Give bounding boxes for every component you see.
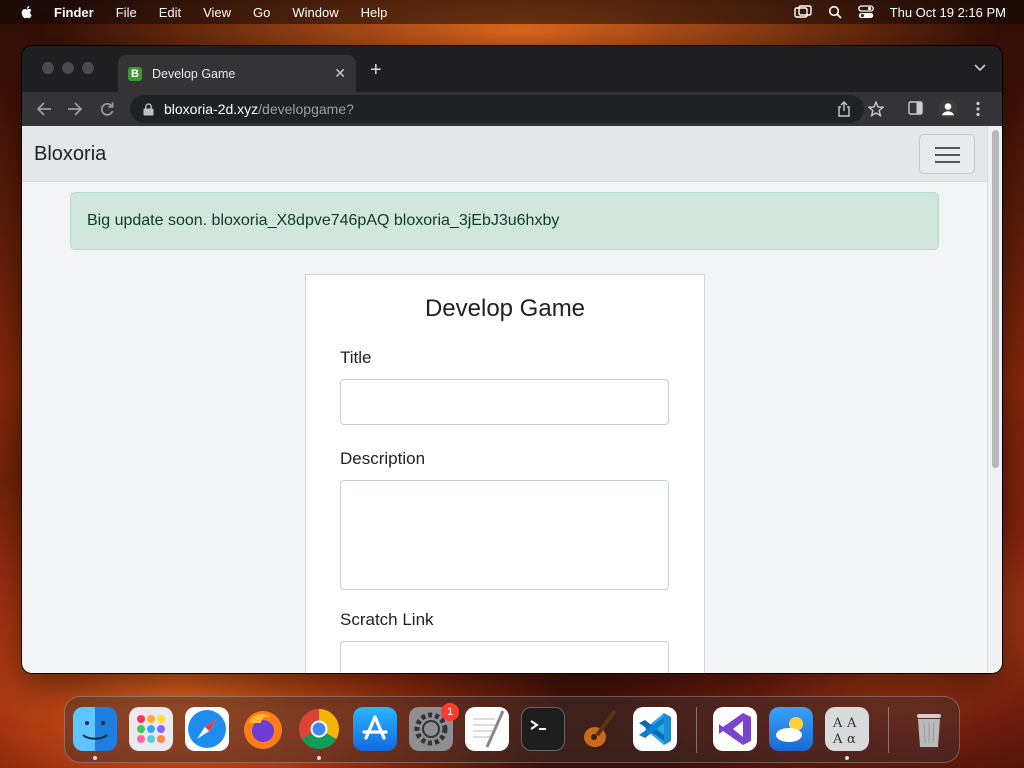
page-scrollbar[interactable] xyxy=(987,126,1002,673)
web-page: Bloxoria Big update soon. bloxoria_X8dpv… xyxy=(22,126,987,673)
font-book-app-icon[interactable]: AAAα xyxy=(825,707,869,751)
browser-menu-icon[interactable] xyxy=(976,101,980,117)
launchpad-app-icon[interactable] xyxy=(129,707,173,751)
browser-tab-active[interactable]: B Develop Game ✕ xyxy=(118,55,356,92)
menu-clock[interactable]: Thu Oct 19 2:16 PM xyxy=(890,5,1006,20)
side-panel-icon[interactable] xyxy=(908,101,923,115)
notification-badge: 1 xyxy=(441,703,459,721)
svg-text:A: A xyxy=(832,732,843,747)
menu-edit[interactable]: Edit xyxy=(159,5,181,20)
description-label: Description xyxy=(340,449,426,468)
site-brand[interactable]: Bloxoria xyxy=(34,143,106,166)
vscode-app-icon[interactable] xyxy=(633,707,677,751)
browser-toolbar: bloxoria-2d.xyz/developgame? xyxy=(22,92,1002,126)
announcement-alert: Big update soon. bloxoria_X8dpve746pAQ b… xyxy=(70,192,939,250)
textedit-app-icon[interactable] xyxy=(465,707,509,751)
menu-window[interactable]: Window xyxy=(292,5,338,20)
reload-icon[interactable] xyxy=(99,101,115,117)
menu-go[interactable]: Go xyxy=(253,5,270,20)
running-indicator xyxy=(93,756,97,760)
url-path: /developgame? xyxy=(258,101,354,117)
profile-avatar-icon[interactable] xyxy=(938,99,958,119)
terminal-app-icon[interactable] xyxy=(521,707,565,751)
hamburger-icon-bar xyxy=(935,147,960,149)
menu-view[interactable]: View xyxy=(203,5,231,20)
bookmark-star-icon[interactable] xyxy=(868,101,884,117)
dock-separator xyxy=(888,707,889,753)
trash-icon[interactable] xyxy=(907,707,951,751)
tab-close-icon[interactable]: ✕ xyxy=(334,65,346,82)
menu-app-name[interactable]: Finder xyxy=(54,5,94,20)
dock-separator xyxy=(696,707,697,753)
tab-favicon: B xyxy=(128,66,142,81)
garageband-app-icon[interactable] xyxy=(577,707,621,751)
svg-text:A: A xyxy=(832,716,843,731)
scrollbar-thumb[interactable] xyxy=(992,130,999,468)
chrome-app-icon[interactable] xyxy=(297,707,341,751)
navbar-toggler-button[interactable] xyxy=(919,134,975,174)
weather-app-icon[interactable] xyxy=(769,707,813,751)
title-input[interactable] xyxy=(340,379,669,425)
develop-game-form-card: Develop Game Title Description Scratch L… xyxy=(305,274,705,673)
svg-text:α: α xyxy=(847,732,856,747)
scratch-link-input[interactable] xyxy=(340,641,669,673)
apple-icon[interactable] xyxy=(19,4,35,20)
title-label: Title xyxy=(340,348,372,367)
form-heading: Develop Game xyxy=(424,295,586,322)
app-store-app-icon[interactable] xyxy=(353,707,397,751)
scratch-link-label: Scratch Link xyxy=(340,610,434,629)
running-indicator xyxy=(317,756,321,760)
new-tab-button[interactable]: + xyxy=(370,60,382,80)
safari-app-icon[interactable] xyxy=(185,707,229,751)
hamburger-icon-bar xyxy=(935,161,960,163)
tab-strip: B Develop Game ✕ + xyxy=(22,46,1002,92)
browser-window: B Develop Game ✕ + bloxoria-2d.xyz/devel… xyxy=(22,46,1002,673)
screen-mirroring-icon[interactable] xyxy=(793,5,812,19)
window-close-button[interactable] xyxy=(42,62,54,74)
visual-studio-app-icon[interactable] xyxy=(713,707,757,751)
share-icon[interactable] xyxy=(837,101,851,117)
window-zoom-button[interactable] xyxy=(82,62,94,74)
lock-icon[interactable] xyxy=(143,102,154,116)
firefox-app-icon[interactable] xyxy=(241,707,285,751)
tab-title: Develop Game xyxy=(152,66,236,81)
control-center-icon[interactable] xyxy=(857,5,874,19)
menu-file[interactable]: File xyxy=(116,5,137,20)
address-bar[interactable]: bloxoria-2d.xyz/developgame? xyxy=(130,95,864,123)
url-host: bloxoria-2d.xyz xyxy=(164,101,259,117)
site-navbar: Bloxoria xyxy=(22,126,987,182)
spotlight-search-icon[interactable] xyxy=(828,5,842,19)
finder-app-icon[interactable] xyxy=(73,707,117,751)
description-textarea[interactable] xyxy=(340,480,669,590)
dock: 1 AAAα xyxy=(64,696,960,763)
forward-arrow-icon[interactable] xyxy=(67,101,83,117)
running-indicator xyxy=(845,756,849,760)
menu-bar: Finder File Edit View Go Window Help Thu… xyxy=(0,0,1024,24)
svg-text:A: A xyxy=(846,716,857,731)
tab-search-chevron-icon[interactable] xyxy=(974,64,986,72)
menu-help[interactable]: Help xyxy=(361,5,388,20)
back-arrow-icon[interactable] xyxy=(36,101,52,117)
window-minimize-button[interactable] xyxy=(62,62,74,74)
hamburger-icon-bar xyxy=(935,154,960,156)
